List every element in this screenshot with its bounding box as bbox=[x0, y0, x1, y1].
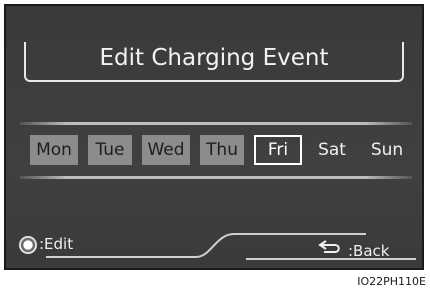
image-code: IO22PH110E bbox=[357, 275, 426, 288]
return-arrow-icon bbox=[318, 240, 340, 253]
bottom-bar: :Edit :Back bbox=[6, 228, 422, 268]
day-sun[interactable]: Sun bbox=[364, 135, 410, 165]
display-screen: Edit Charging Event Mon Tue Wed Thu Fri … bbox=[4, 4, 424, 270]
dial-knob-icon bbox=[19, 236, 37, 254]
day-mon[interactable]: Mon bbox=[30, 135, 78, 165]
strip-top-line bbox=[20, 122, 412, 125]
day-thu[interactable]: Thu bbox=[200, 135, 244, 165]
page-title: Edit Charging Event bbox=[99, 45, 329, 71]
back-label: :Back bbox=[348, 242, 390, 260]
day-wed[interactable]: Wed bbox=[142, 135, 190, 165]
day-fri[interactable]: Fri bbox=[254, 135, 302, 165]
back-button[interactable]: :Back bbox=[348, 242, 389, 260]
day-tue[interactable]: Tue bbox=[88, 135, 132, 165]
day-selector: Mon Tue Wed Thu Fri Sat Sun bbox=[20, 122, 412, 180]
edit-label: :Edit bbox=[39, 235, 74, 253]
day-sat[interactable]: Sat bbox=[312, 135, 352, 165]
strip-bottom-line bbox=[20, 176, 412, 179]
edit-button[interactable]: :Edit bbox=[39, 235, 73, 253]
